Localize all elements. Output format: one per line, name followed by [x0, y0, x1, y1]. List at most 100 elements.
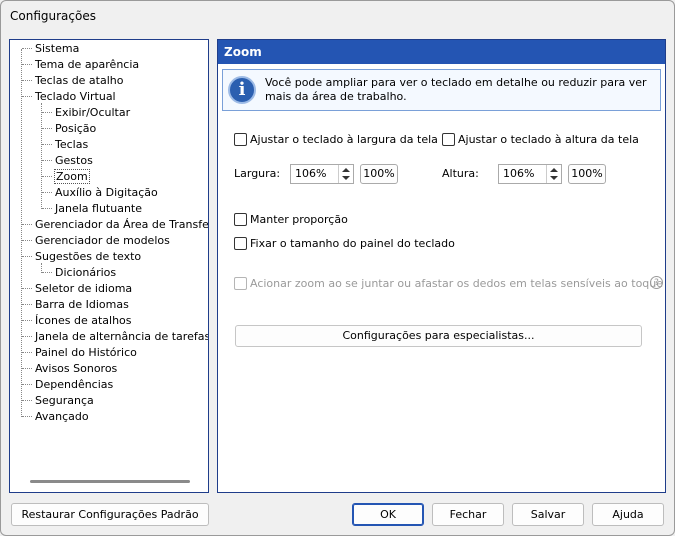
- zoom-settings-panel: Zoom i Você pode ampliar para ver o tecl…: [217, 39, 666, 493]
- expert-settings-button[interactable]: Configurações para especialistas...: [235, 325, 642, 347]
- height-spinner[interactable]: 106%: [498, 164, 562, 184]
- tree-connector: [22, 224, 32, 226]
- tree-item-label: Barra de Idiomas: [35, 298, 129, 311]
- tree-item[interactable]: Posição: [42, 121, 96, 137]
- height-spinner-arrows[interactable]: [546, 165, 561, 183]
- tree-item[interactable]: Zoom: [42, 169, 90, 185]
- width-label: Largura:: [234, 167, 281, 180]
- tree-connector: [22, 400, 32, 402]
- save-button[interactable]: Salvar: [512, 503, 584, 526]
- help-icon[interactable]: ?: [650, 276, 663, 289]
- settings-tree[interactable]: Sistema Tema de aparência Teclas de atalho…: [9, 39, 209, 493]
- tree-item[interactable]: Janela de alternância de tarefas: [22, 329, 209, 345]
- tree-item[interactable]: Gerenciador de modelos: [22, 233, 170, 249]
- spin-up-icon[interactable]: [550, 168, 558, 172]
- tree-item[interactable]: Seletor de idioma: [22, 281, 132, 297]
- tree-connector: [22, 320, 32, 322]
- tree-item[interactable]: Teclas de atalho: [22, 73, 124, 89]
- checkbox-box[interactable]: [234, 276, 247, 290]
- fit-width-label: Ajustar o teclado à largura da tela: [250, 133, 438, 146]
- tree-item-label: Seletor de idioma: [35, 282, 133, 295]
- height-value[interactable]: 106%: [503, 167, 534, 181]
- tree-item[interactable]: Dependências: [22, 377, 113, 393]
- pinch-zoom-checkbox[interactable]: Acionar zoom ao se juntar ou afastar os …: [234, 276, 665, 293]
- spin-down-icon[interactable]: [342, 176, 350, 180]
- fix-size-checkbox[interactable]: Fixar o tamanho do painel do teclado: [234, 236, 455, 253]
- checkbox-box[interactable]: [234, 236, 247, 250]
- tree-connector: [42, 176, 52, 178]
- tree-connector: [22, 416, 32, 418]
- tree-connector: [42, 160, 52, 162]
- tree-connector: [42, 272, 52, 274]
- tree-connector: [42, 144, 52, 146]
- tree-item[interactable]: Gerenciador da Área de Transferência: [22, 217, 209, 233]
- info-icon: i: [228, 76, 256, 104]
- tree-item[interactable]: Gestos: [42, 153, 93, 169]
- height-reset-button[interactable]: 100%: [568, 164, 606, 184]
- panel-header: Zoom: [218, 40, 665, 64]
- tree-item[interactable]: Auxílio à Digitação: [42, 185, 158, 201]
- tree-item-label: Gestos: [55, 154, 93, 167]
- tree-item-label: Exibir/Ocultar: [55, 106, 131, 119]
- tree-item[interactable]: Janela flutuante: [42, 201, 142, 217]
- tree-connector: [22, 352, 32, 354]
- fit-width-checkbox[interactable]: Ajustar o teclado à largura da tela: [234, 132, 438, 149]
- info-text: Você pode ampliar para ver o teclado em …: [265, 76, 647, 103]
- tree-item[interactable]: Exibir/Ocultar: [42, 105, 130, 121]
- spin-down-icon[interactable]: [550, 176, 558, 180]
- tree-connector: [22, 240, 32, 242]
- restore-defaults-button[interactable]: Restaurar Configurações Padrão: [11, 503, 209, 526]
- help-button[interactable]: Ajuda: [592, 503, 664, 526]
- tree-item-label: Sistema: [35, 42, 80, 55]
- tree-connector: [42, 208, 52, 210]
- tree-item[interactable]: Avançado: [22, 409, 89, 425]
- tree-item-label: Ícones de atalhos: [35, 314, 132, 327]
- tree-item-label: Gerenciador da Área de Transferência: [35, 218, 209, 231]
- keep-ratio-label: Manter proporção: [250, 213, 348, 226]
- tree-item[interactable]: Painel do Histórico: [22, 345, 137, 361]
- tree-connector: [22, 384, 32, 386]
- pinch-zoom-label: Acionar zoom ao se juntar ou afastar os …: [250, 277, 665, 290]
- tree-horizontal-scrollbar[interactable]: [30, 480, 190, 483]
- tree-item[interactable]: Ícones de atalhos: [22, 313, 132, 329]
- tree-connector: [22, 80, 32, 82]
- checkbox-box[interactable]: [234, 132, 247, 146]
- tree-connector: [22, 64, 32, 66]
- tree-item[interactable]: Segurança: [22, 393, 94, 409]
- tree-item[interactable]: Tema de aparência: [22, 57, 139, 73]
- tree-item-label: Sugestões de texto: [35, 250, 142, 263]
- tree-item-label: Gerenciador de modelos: [35, 234, 170, 247]
- tree-item-label: Janela de alternância de tarefas: [35, 330, 209, 343]
- tree-item-label: Teclas: [55, 138, 89, 151]
- tree-item[interactable]: Teclado Virtual: [22, 89, 116, 105]
- fix-size-label: Fixar o tamanho do painel do teclado: [250, 237, 455, 250]
- keep-ratio-checkbox[interactable]: Manter proporção: [234, 212, 348, 229]
- tree-item-label: Teclado Virtual: [35, 90, 116, 103]
- tree-item[interactable]: Teclas: [42, 137, 88, 153]
- window-title: Configurações: [10, 9, 96, 23]
- info-box: i Você pode ampliar para ver o teclado e…: [222, 69, 661, 111]
- ok-button[interactable]: OK: [352, 503, 424, 526]
- tree-item[interactable]: Sugestões de texto: [22, 249, 141, 265]
- tree-item[interactable]: Avisos Sonoros: [22, 361, 117, 377]
- tree-item[interactable]: Sistema: [22, 41, 79, 57]
- tree-item[interactable]: Dicionários: [42, 265, 116, 281]
- tree-connector: [22, 368, 32, 370]
- checkbox-box[interactable]: [442, 132, 455, 146]
- spin-up-icon[interactable]: [342, 168, 350, 172]
- tree-connector: [22, 48, 32, 50]
- tree-connector: [22, 336, 32, 338]
- width-spinner-arrows[interactable]: [338, 165, 353, 183]
- width-spinner[interactable]: 106%: [290, 164, 354, 184]
- tree-item-label: Posição: [55, 122, 97, 135]
- tree-item[interactable]: Barra de Idiomas: [22, 297, 129, 313]
- close-button[interactable]: Fechar: [432, 503, 504, 526]
- checkbox-box[interactable]: [234, 212, 247, 226]
- tree-connector: [22, 304, 32, 306]
- width-reset-button[interactable]: 100%: [360, 164, 398, 184]
- fit-height-label: Ajustar o teclado à altura da tela: [458, 133, 639, 146]
- tree-item-label: Janela flutuante: [55, 202, 142, 215]
- height-label: Altura:: [442, 167, 479, 180]
- fit-height-checkbox[interactable]: Ajustar o teclado à altura da tela: [442, 132, 639, 149]
- width-value[interactable]: 106%: [295, 167, 326, 181]
